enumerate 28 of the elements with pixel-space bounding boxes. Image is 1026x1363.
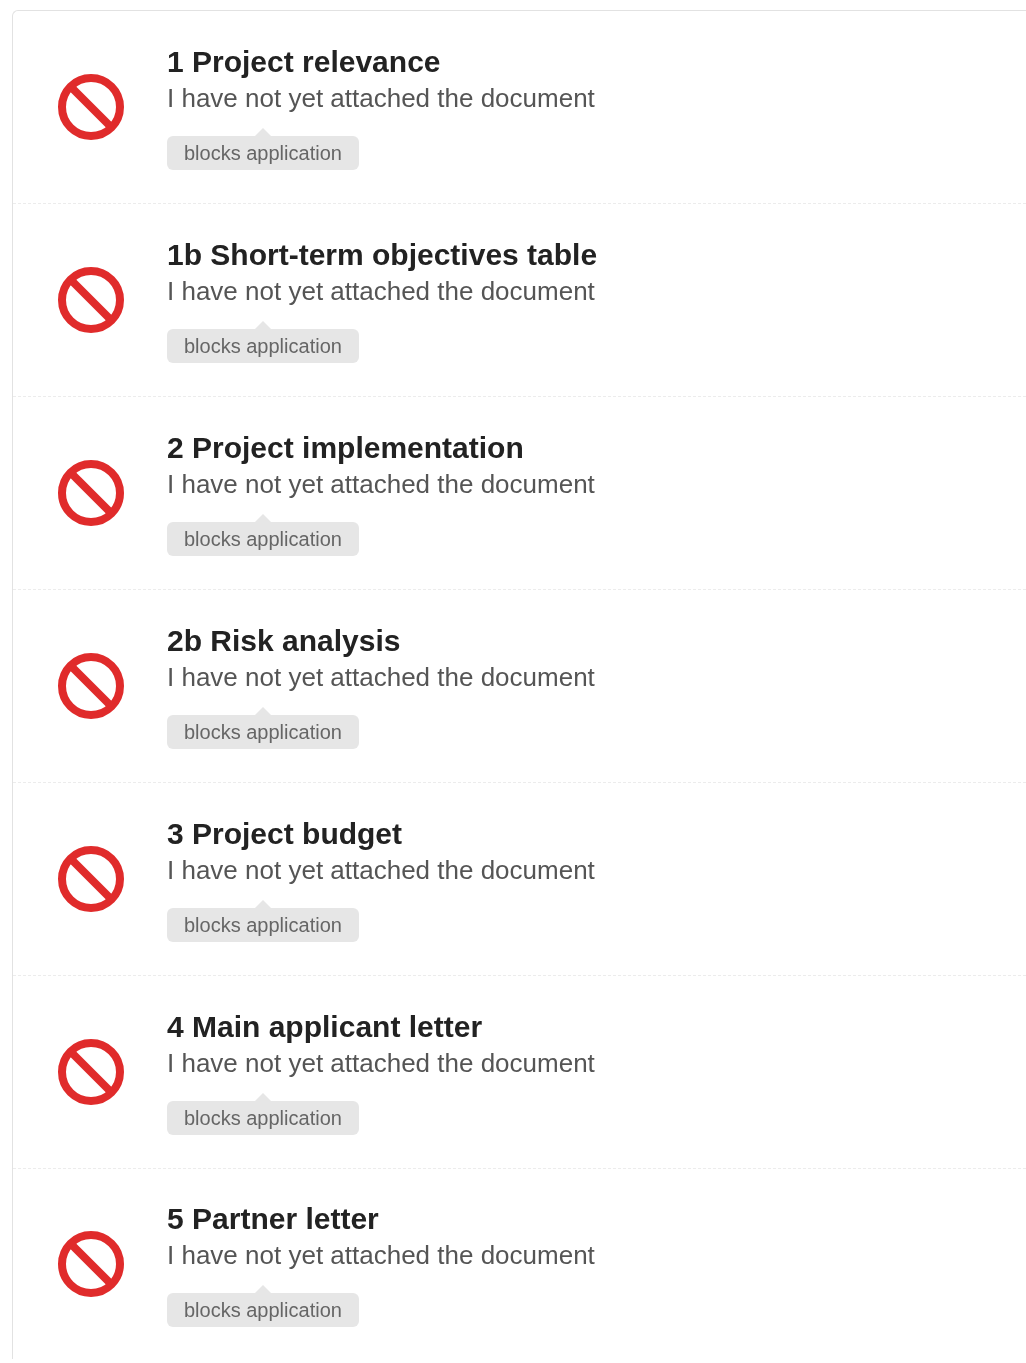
document-status: I have not yet attached the document [167, 1239, 595, 1271]
tag-pointer [254, 321, 271, 329]
document-title: 2 Project implementation [167, 430, 524, 466]
document-title: 2b Risk analysis [167, 623, 401, 659]
document-title: 3 Project budget [167, 816, 403, 852]
prohibited-icon [56, 1229, 126, 1299]
tag-pointer [254, 707, 271, 715]
prohibited-icon [56, 1037, 126, 1107]
prohibited-icon [56, 265, 126, 335]
tag-pointer [254, 128, 271, 136]
document-title: 5 Partner letter [167, 1201, 379, 1237]
document-status: I have not yet attached the document [167, 661, 595, 693]
document-status: I have not yet attached the document [167, 468, 595, 500]
document-status: I have not yet attached the document [167, 82, 595, 114]
document-title: 1b Short-term objectives table [167, 237, 598, 273]
tag-pointer [254, 1093, 271, 1101]
document-title: 1 Project relevance [167, 44, 441, 80]
tag-pointer [254, 900, 271, 908]
prohibited-icon [56, 458, 126, 528]
document-status: I have not yet attached the document [167, 1047, 595, 1079]
tag-pointer [254, 514, 271, 522]
document-status: I have not yet attached the document [167, 854, 595, 886]
document-status: I have not yet attached the document [167, 275, 595, 307]
tag-pointer [254, 1285, 271, 1293]
document-title: 4 Main applicant letter [167, 1009, 483, 1045]
prohibited-icon [56, 651, 126, 721]
prohibited-icon [56, 844, 126, 914]
prohibited-icon [56, 72, 126, 142]
